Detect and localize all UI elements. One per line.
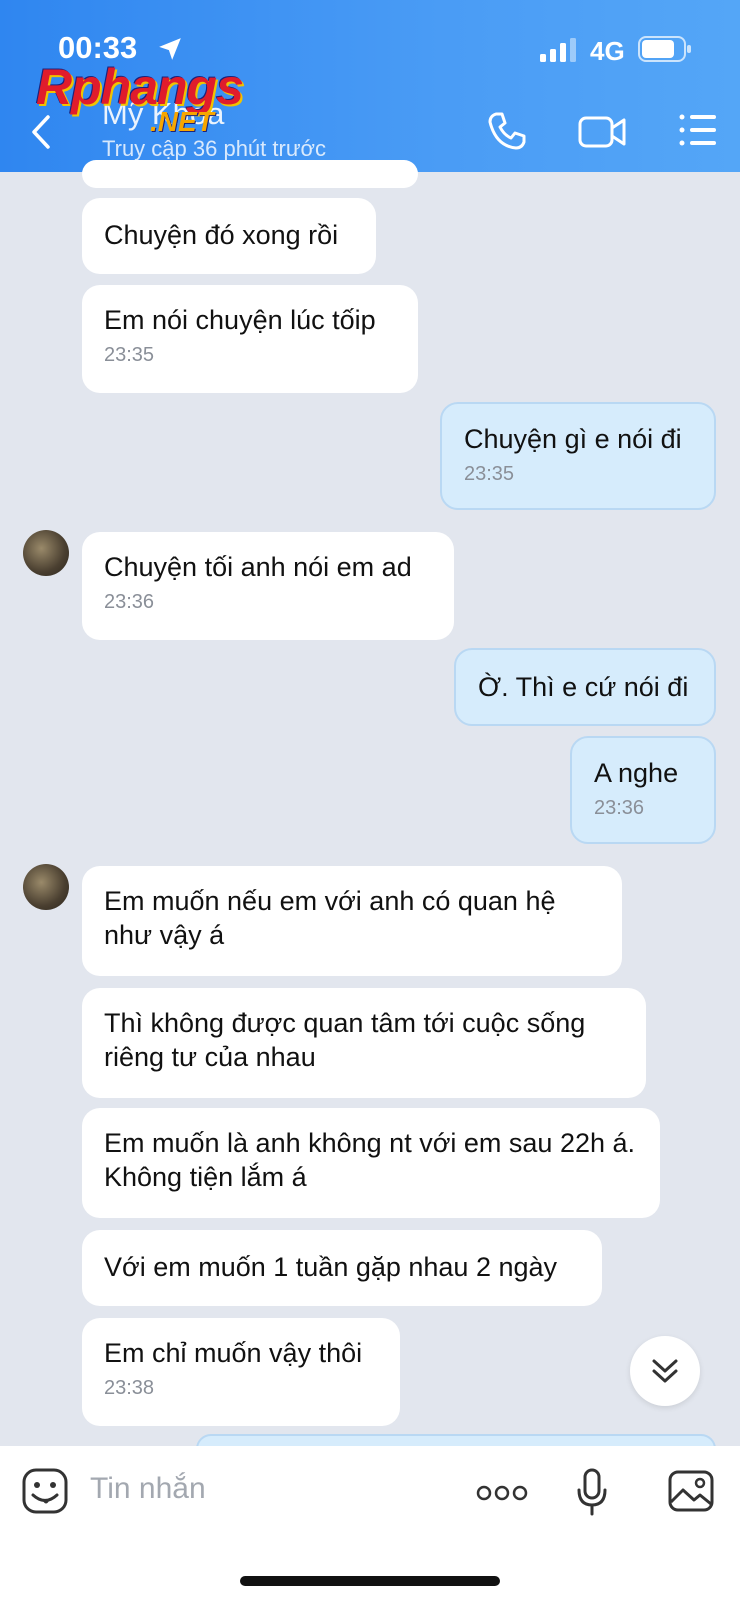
message-time: 23:35 [104, 344, 155, 366]
message-time: 23:35 [464, 463, 515, 485]
message-text: Em chỉ muốn vậy thôi [104, 1338, 363, 1368]
message-text: Với em muốn 1 tuần gặp nhau 2 ngày [104, 1252, 558, 1282]
phone-icon[interactable] [486, 110, 528, 152]
message-text: Em muốn nếu em với anh có quan hệ như vậ… [104, 886, 556, 950]
message-bubble[interactable]: Em nói chuyện lúc tốip 23:35 [82, 285, 418, 393]
message-bubble[interactable]: Chuyện tối anh nói em ad 23:36 [82, 532, 454, 640]
battery-icon [638, 36, 691, 62]
message-bubble[interactable]: Chuyện gì e nói đi 23:35 [440, 402, 716, 510]
message-text: Em nói chuyện lúc tốip [104, 305, 376, 335]
scroll-to-bottom-button[interactable] [630, 1336, 700, 1406]
message-bubble[interactable]: Em chỉ muốn vậy thôi 23:38 [82, 1318, 400, 1426]
image-icon[interactable] [668, 1470, 714, 1512]
video-call-icon[interactable] [578, 114, 626, 150]
message-text: Em muốn là anh không nt với em sau 22h á… [104, 1128, 636, 1192]
message-composer: Tin nhắn [0, 1446, 740, 1600]
message-bubble[interactable]: A nghe 23:36 [570, 736, 716, 844]
message-bubble-partial[interactable] [82, 160, 418, 188]
message-bubble[interactable]: Với em muốn 1 tuần gặp nhau 2 ngày [82, 1230, 602, 1306]
message-input[interactable]: Tin nhắn [90, 1472, 206, 1506]
message-text: Ờ. Thì e cứ nói đi [478, 672, 689, 702]
more-icon[interactable] [476, 1484, 528, 1502]
microphone-icon[interactable] [576, 1468, 608, 1516]
sticker-icon[interactable] [22, 1468, 68, 1514]
message-bubble[interactable]: Em muốn là anh không nt với em sau 22h á… [82, 1108, 660, 1218]
menu-icon[interactable] [678, 112, 718, 148]
watermark-suffix: .NET [150, 106, 214, 137]
home-indicator[interactable] [240, 1576, 500, 1586]
message-time: 23:36 [594, 797, 645, 819]
message-text: Thì không được quan tâm tới cuộc sống ri… [104, 1008, 586, 1072]
back-icon[interactable] [28, 114, 54, 150]
message-time: 23:38 [104, 1377, 155, 1399]
message-bubble[interactable]: Em muốn nếu em với anh có quan hệ như vậ… [82, 866, 622, 976]
chat-header: 00:33 4G Mỹ Khoa Truy cập 36 phút trước … [0, 0, 740, 172]
signal-icon [540, 38, 576, 62]
message-text: A nghe [594, 758, 679, 788]
message-time: 23:36 [104, 591, 155, 613]
message-bubble[interactable]: Chuyện đó xong rồi [82, 198, 376, 274]
avatar[interactable] [23, 530, 69, 576]
message-text: Chuyện gì e nói đi [464, 424, 682, 454]
message-bubble[interactable]: Ờ. Thì e cứ nói đi [454, 648, 716, 726]
network-label: 4G [590, 36, 625, 66]
message-text: Chuyện tối anh nói em ad [104, 552, 412, 582]
message-text: Chuyện đó xong rồi [104, 220, 339, 250]
chevron-double-down-icon [652, 1359, 678, 1383]
avatar[interactable] [23, 864, 69, 910]
message-bubble[interactable]: Thì không được quan tâm tới cuộc sống ri… [82, 988, 646, 1098]
last-seen: Truy cập 36 phút trước [102, 136, 326, 161]
